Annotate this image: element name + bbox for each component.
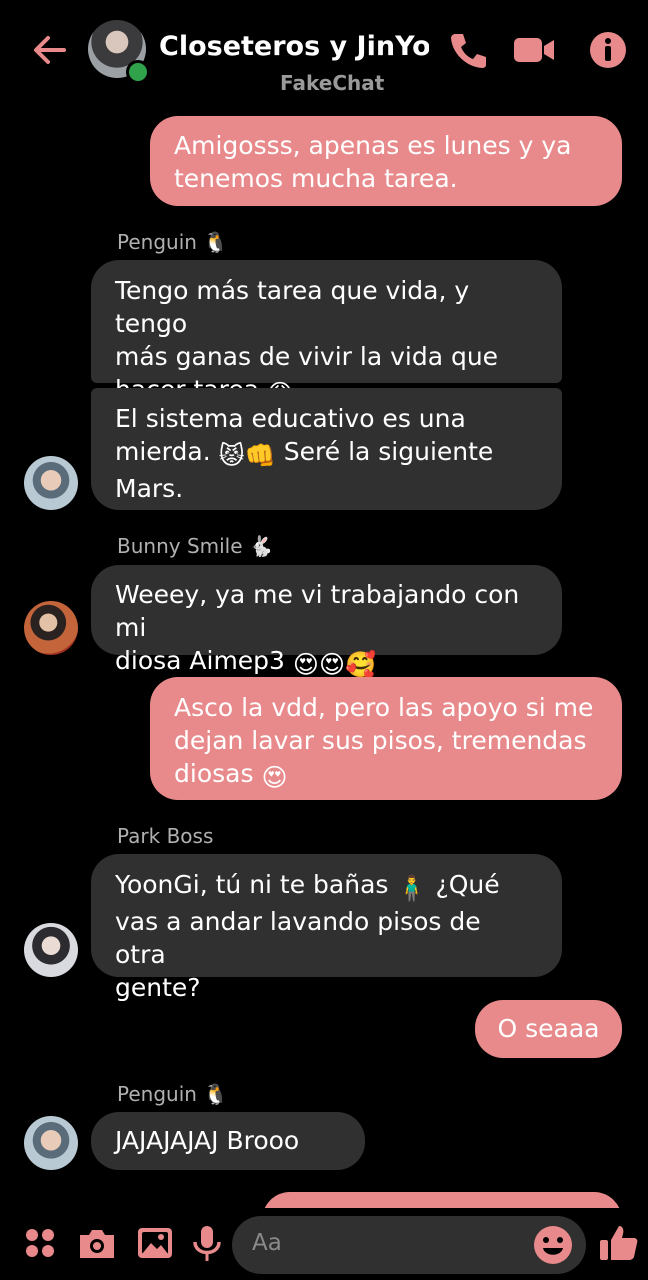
avatar-penguin[interactable] xyxy=(24,456,78,510)
message-bubble-incoming[interactable]: Tengo más tarea que vida, y tengo más ga… xyxy=(91,260,562,408)
chat-title[interactable]: Closeteros y JinYo... xyxy=(159,31,429,62)
chat-header: Closeteros y JinYo... FakeChat xyxy=(0,0,648,108)
message-input[interactable]: Aa xyxy=(232,1216,586,1274)
info-icon[interactable] xyxy=(586,28,630,72)
message-bubble-outgoing[interactable]: O seaaa xyxy=(475,1000,622,1058)
avatar-penguin[interactable] xyxy=(24,1116,78,1170)
microphone-icon[interactable] xyxy=(186,1222,228,1264)
smiley-icon[interactable] xyxy=(532,1224,574,1266)
sender-name: Bunny Smile 🐇 xyxy=(117,534,274,558)
message-bubble-outgoing[interactable]: Amigosss, apenas es lunes y ya tenemos m… xyxy=(150,116,622,206)
chat-subtitle: FakeChat xyxy=(280,71,385,95)
message-input-placeholder: Aa xyxy=(252,1230,282,1256)
message-bubble-incoming[interactable]: JAJAJAJAJ Brooo xyxy=(91,1112,365,1170)
arrow-left-icon[interactable] xyxy=(28,28,72,72)
camera-icon[interactable] xyxy=(76,1222,118,1264)
four-dots-icon[interactable] xyxy=(20,1222,62,1264)
composer-bar: Aa xyxy=(0,1208,648,1280)
thumbs-up-icon[interactable] xyxy=(598,1222,640,1264)
message-bubble-incoming[interactable]: YoonGi, tú ni te bañas 🧍‍♂️ ¿Qué vas a a… xyxy=(91,854,562,1002)
sender-name: Penguin 🐧 xyxy=(117,1082,229,1106)
message-list[interactable]: Amigosss, apenas es lunes y ya tenemos m… xyxy=(0,108,648,1208)
avatar-bunny-smile[interactable] xyxy=(24,601,78,655)
message-bubble-incoming[interactable]: Weeey, ya me vi trabajando con mi diosa … xyxy=(91,565,562,679)
phone-icon[interactable] xyxy=(446,28,490,72)
message-bubble-incoming[interactable]: El sistema educativo es una mierda. 😾👊 S… xyxy=(91,388,562,510)
sender-name: Penguin 🐧 xyxy=(117,230,229,254)
image-icon[interactable] xyxy=(134,1222,176,1264)
message-bubble-outgoing[interactable] xyxy=(262,1192,622,1208)
message-bubble-outgoing[interactable]: Asco la vdd, pero las apoyo si me dejan … xyxy=(150,677,622,800)
online-indicator xyxy=(126,60,150,84)
sender-name: Park Boss xyxy=(117,824,214,848)
video-camera-icon[interactable] xyxy=(512,28,556,72)
avatar-park-boss[interactable] xyxy=(24,923,78,977)
